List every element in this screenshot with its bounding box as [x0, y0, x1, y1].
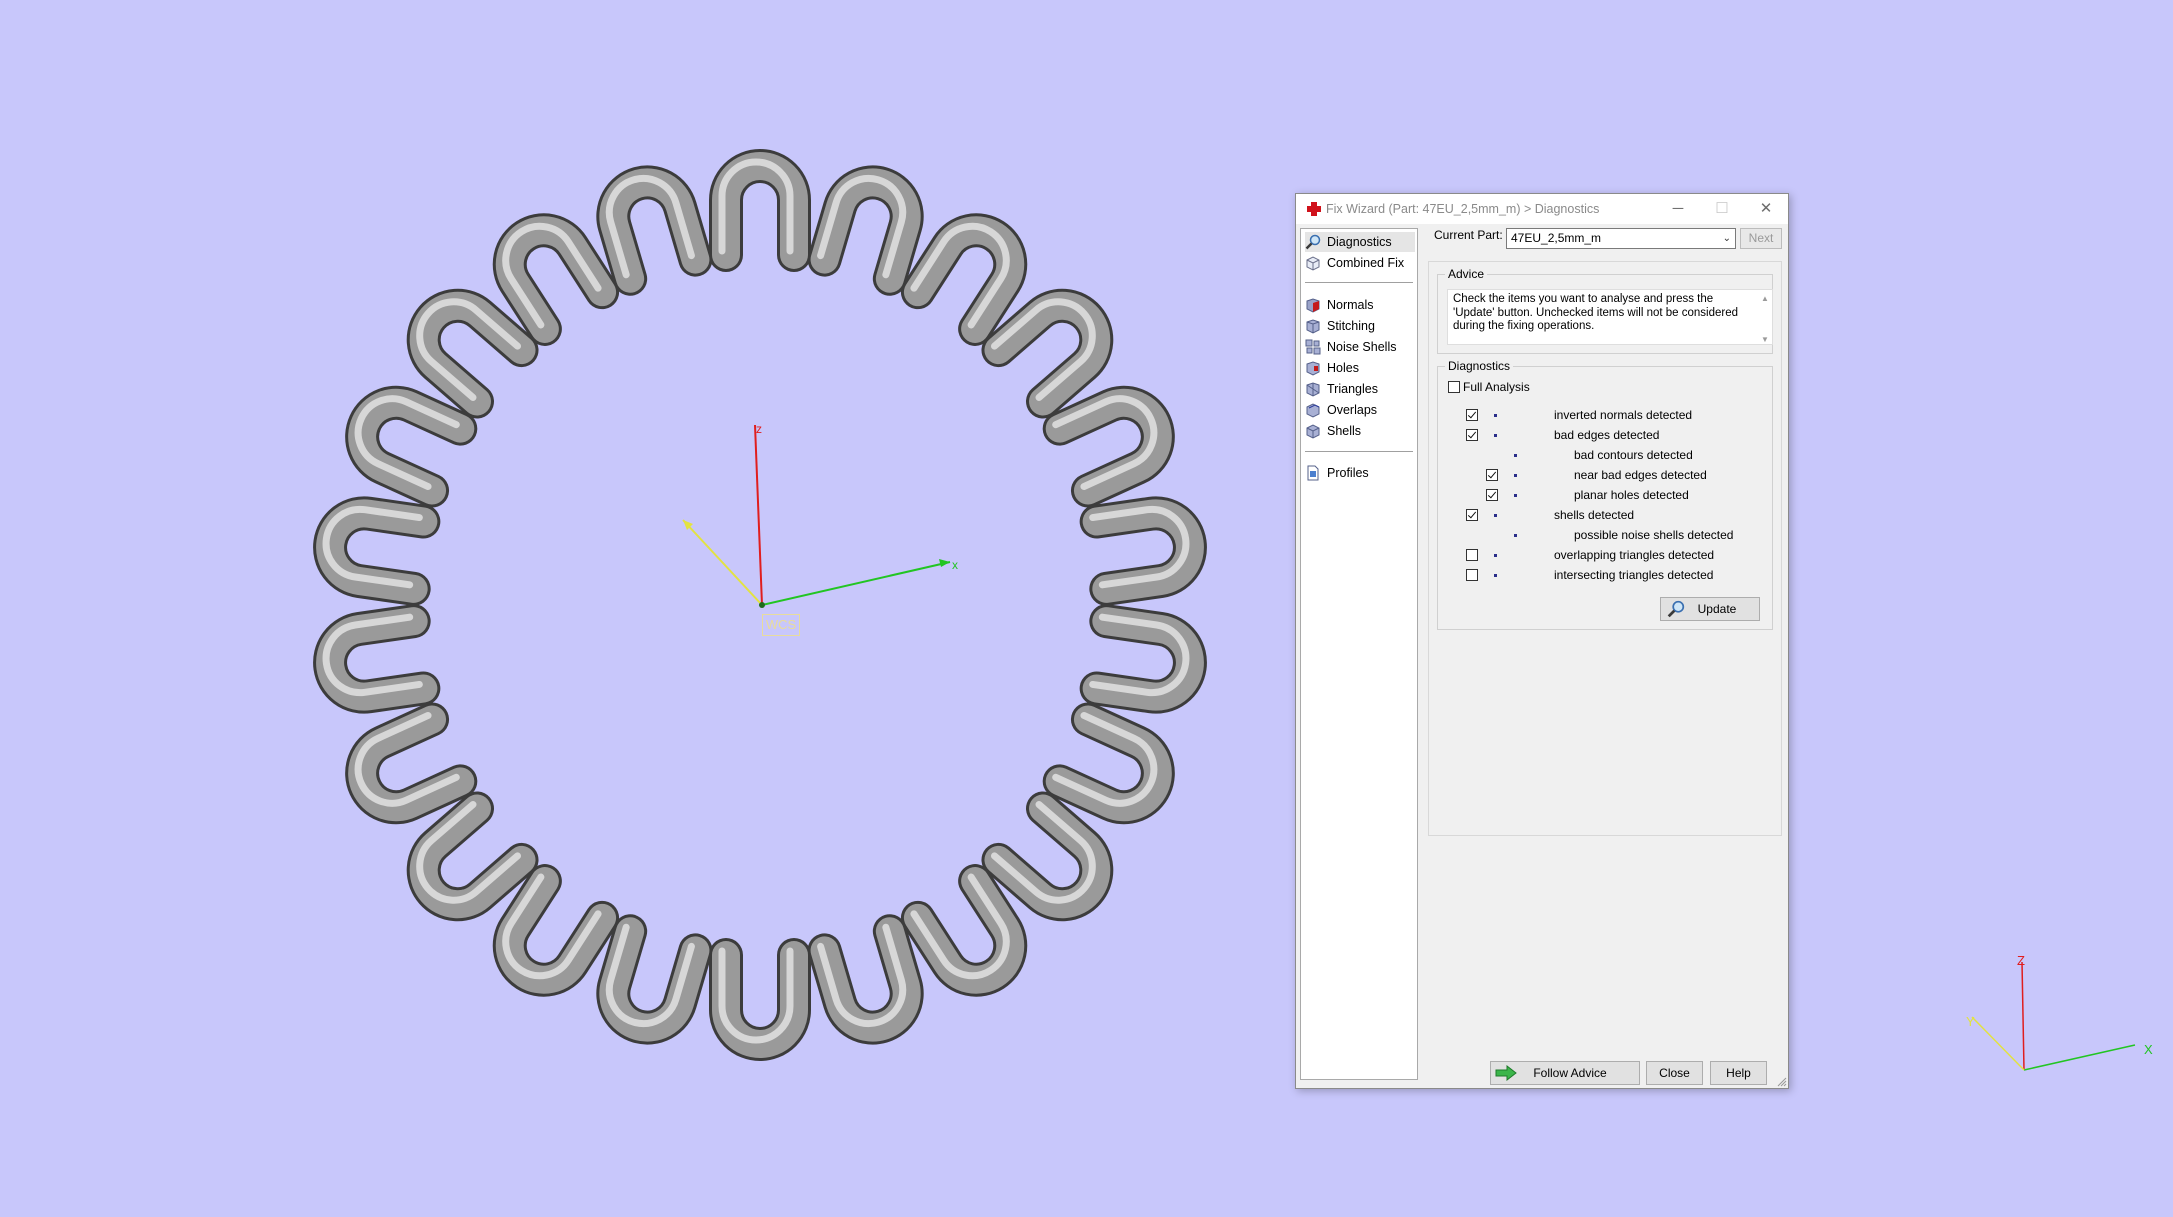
full-analysis-checkbox[interactable]	[1448, 381, 1460, 393]
wcs-axes: z x	[682, 422, 958, 608]
diagnostic-item-label: shells detected	[1554, 508, 1635, 522]
stitching-cube-icon	[1306, 319, 1320, 334]
nav-separator	[1305, 451, 1413, 452]
nav-item-shells[interactable]: Shells	[1305, 421, 1415, 441]
follow-advice-button[interactable]: Follow Advice	[1490, 1061, 1640, 1085]
nav-item-overlaps[interactable]: Overlaps	[1305, 400, 1415, 420]
help-button[interactable]: Help	[1710, 1061, 1767, 1085]
tree-bullet	[1494, 514, 1497, 517]
maximize-button[interactable]: ☐	[1700, 194, 1744, 224]
current-part-value: 47EU_2,5mm_m	[1511, 231, 1602, 245]
cube-icon	[1306, 256, 1320, 271]
wizard-navigation: Diagnostics Combined Fix Normals Stitchi…	[1300, 228, 1418, 1080]
tree-bullet	[1494, 414, 1497, 417]
nav-item-triangles[interactable]: Triangles	[1305, 379, 1415, 399]
diagnostic-item-label: planar holes detected	[1574, 488, 1689, 502]
diagnostic-checkbox[interactable]	[1486, 469, 1498, 481]
ring-mesh-model[interactable]	[313, 149, 1207, 1061]
triad-y-label: Y	[1966, 1014, 1975, 1029]
diagnostic-checkbox[interactable]	[1486, 489, 1498, 501]
diagnostic-checkbox[interactable]	[1466, 569, 1478, 581]
holes-cube-icon	[1306, 361, 1320, 376]
advice-group: Advice Check the items you want to analy…	[1437, 267, 1773, 354]
tree-bullet	[1514, 534, 1517, 537]
diagnostics-group: Diagnostics Full Analysis inverted norma…	[1437, 359, 1773, 630]
normals-cube-icon	[1306, 298, 1320, 313]
diagnostic-item-label: inverted normals detected	[1554, 408, 1693, 422]
diagnostic-item-label: overlapping triangles detected	[1554, 548, 1715, 562]
update-button[interactable]: Update	[1660, 597, 1760, 621]
minimize-button[interactable]: ─	[1656, 194, 1700, 224]
profiles-document-icon	[1307, 465, 1319, 481]
dialog-title: Fix Wizard (Part: 47EU_2,5mm_m) > Diagno…	[1326, 202, 1600, 216]
nav-separator	[1305, 282, 1413, 283]
current-part-label: Current Part:	[1434, 228, 1503, 242]
advice-text: Check the items you want to analyse and …	[1453, 293, 1739, 332]
diagnostic-item-label: bad contours detected	[1574, 448, 1693, 462]
tree-bullet	[1494, 574, 1497, 577]
chevron-down-icon: ⌄	[1722, 233, 1731, 244]
diagnostic-checkbox[interactable]	[1466, 429, 1478, 441]
triad-x-label: X	[2144, 1042, 2153, 1057]
diagnostic-checkbox[interactable]	[1466, 409, 1478, 421]
wcs-x-label: x	[952, 558, 958, 572]
follow-advice-label: Follow Advice	[1533, 1066, 1607, 1080]
tree-bullet	[1514, 494, 1517, 497]
nav-item-holes[interactable]: Holes	[1305, 358, 1415, 378]
close-button[interactable]: Close	[1646, 1061, 1703, 1085]
tree-bullet	[1494, 434, 1497, 437]
title-bar[interactable]: Fix Wizard (Part: 47EU_2,5mm_m) > Diagno…	[1296, 194, 1788, 224]
triad-z-label: Z	[2017, 953, 2025, 968]
shells-cube-icon	[1306, 424, 1320, 439]
diagnostic-item-label: possible noise shells detected	[1574, 528, 1734, 542]
nav-item-stitching[interactable]: Stitching	[1305, 316, 1415, 336]
update-label: Update	[1697, 602, 1737, 616]
advice-text-box: Check the items you want to analyse and …	[1447, 289, 1773, 345]
wcs-z-label: z	[756, 422, 762, 436]
fix-wizard-dialog: Fix Wizard (Part: 47EU_2,5mm_m) > Diagno…	[1295, 193, 1789, 1089]
resize-grip-icon[interactable]	[1777, 1077, 1787, 1087]
nav-item-diagnostics[interactable]: Diagnostics	[1305, 232, 1415, 252]
wcs-label: WCS	[762, 614, 800, 636]
diagnostic-item-label: near bad edges detected	[1574, 468, 1707, 482]
overlaps-cube-icon	[1306, 403, 1320, 418]
nav-item-normals[interactable]: Normals	[1305, 295, 1415, 315]
diagnostic-checkbox[interactable]	[1466, 549, 1478, 561]
noise-shells-icon	[1305, 339, 1321, 355]
diagnostic-checkbox[interactable]	[1466, 509, 1478, 521]
next-button[interactable]: Next	[1740, 228, 1782, 249]
orientation-triad: Z X Y	[1966, 953, 2153, 1071]
nav-item-combined-fix[interactable]: Combined Fix	[1305, 253, 1415, 273]
full-analysis-label: Full Analysis	[1463, 380, 1530, 394]
tree-bullet	[1514, 454, 1517, 457]
close-window-button[interactable]: ✕	[1744, 194, 1788, 224]
diagnostics-panel: Advice Check the items you want to analy…	[1428, 261, 1782, 836]
advice-title: Advice	[1445, 267, 1488, 281]
3d-viewport[interactable]: z x Z X Y	[0, 0, 2173, 1217]
advice-scrollbar[interactable]: ▲ ▼	[1760, 292, 1770, 344]
tree-bullet	[1494, 554, 1497, 557]
magnifier-icon	[1305, 234, 1321, 250]
nav-item-noise-shells[interactable]: Noise Shells	[1305, 337, 1415, 357]
nav-item-profiles[interactable]: Profiles	[1305, 463, 1415, 483]
tree-bullet	[1514, 474, 1517, 477]
green-arrow-icon	[1495, 1065, 1517, 1081]
diagnostic-item-label: bad edges detected	[1554, 428, 1660, 442]
diagnostics-title: Diagnostics	[1445, 359, 1514, 373]
red-cross-icon	[1307, 202, 1321, 216]
current-part-select[interactable]: 47EU_2,5mm_m ⌄	[1506, 228, 1736, 249]
magnifier-icon	[1667, 600, 1685, 618]
triangles-cube-icon	[1306, 382, 1320, 397]
diagnostic-item-label: intersecting triangles detected	[1554, 568, 1714, 582]
